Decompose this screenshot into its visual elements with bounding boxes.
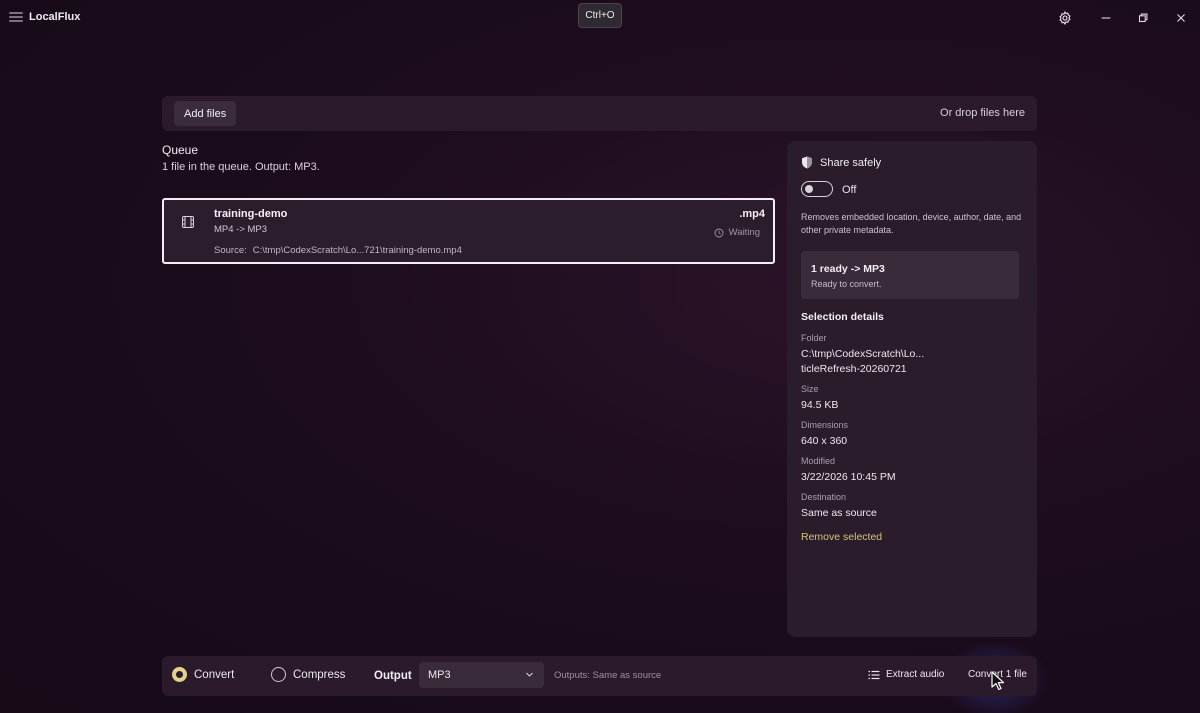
mode-compress-radio[interactable]: Compress bbox=[271, 667, 345, 682]
shield-icon bbox=[802, 156, 812, 169]
drop-zone[interactable]: Add files Or drop files here bbox=[162, 96, 1037, 131]
ready-title: 1 ready -> MP3 bbox=[811, 263, 885, 275]
outputs-destination-note: Outputs: Same as source bbox=[554, 670, 662, 681]
app-brand: LocalFlux bbox=[9, 11, 80, 23]
file-extension: .mp4 bbox=[739, 208, 765, 220]
restore-icon bbox=[1138, 13, 1148, 23]
add-files-button[interactable]: Add files bbox=[174, 101, 237, 126]
clock-icon bbox=[714, 228, 724, 237]
share-safely-toggle[interactable] bbox=[801, 181, 833, 197]
selection-details-title: Selection details bbox=[801, 311, 884, 323]
mode-convert-radio[interactable]: Convert bbox=[172, 667, 234, 682]
chevron-down-icon bbox=[526, 672, 533, 677]
mode-convert-label: Convert bbox=[194, 668, 235, 681]
close-icon bbox=[1177, 14, 1185, 22]
share-safely-description: Removes embedded location, device, autho… bbox=[801, 212, 1022, 235]
queue-title: Queue bbox=[162, 143, 199, 157]
file-source-label: Source: bbox=[214, 245, 247, 256]
ready-subtitle: Ready to convert. bbox=[811, 279, 882, 289]
detail-label: Modified bbox=[801, 456, 836, 466]
title-bar: LocalFlux Ctrl+O bbox=[0, 0, 1200, 36]
queue-item[interactable]: training-demo MP4 -> MP3 Source: C:\tmp\C… bbox=[162, 198, 775, 264]
close-button[interactable] bbox=[1172, 9, 1190, 27]
output-format-value: MP3 bbox=[428, 669, 451, 681]
file-source: Source: C:\tmp\CodexScratch\Lo...721\trai… bbox=[214, 245, 462, 256]
folder-line-2: ticleRefresh-20260721 bbox=[801, 363, 907, 375]
drop-hint: Or drop files here bbox=[940, 107, 1025, 119]
file-name: training-demo bbox=[214, 208, 288, 220]
queue-summary: 1 file in the queue. Output: MP3. bbox=[162, 161, 320, 173]
status-text: Waiting bbox=[728, 227, 760, 238]
detail-size: Size 94.5 KB bbox=[801, 383, 838, 413]
detail-label: Destination bbox=[801, 492, 847, 502]
radio-selected-icon bbox=[172, 667, 187, 682]
detail-destination: Destination Same as source bbox=[801, 491, 877, 521]
file-conversion: MP4 -> MP3 bbox=[214, 224, 268, 235]
detail-label: Size bbox=[801, 384, 819, 394]
mode-compress-label: Compress bbox=[293, 668, 346, 681]
minimize-icon bbox=[1101, 17, 1111, 19]
output-label: Output bbox=[374, 670, 412, 682]
detail-value: 94.5 KB bbox=[801, 399, 839, 411]
remove-selected-link[interactable]: Remove selected bbox=[801, 531, 882, 543]
file-source-path: C:\tmp\CodexScratch\Lo...721\training-de… bbox=[252, 245, 462, 256]
detail-value: Same as source bbox=[801, 507, 877, 519]
detail-modified: Modified 3/22/2026 10:45 PM bbox=[801, 455, 896, 485]
detail-label: Folder bbox=[801, 333, 827, 343]
app-logo-icon bbox=[9, 12, 23, 22]
film-icon bbox=[182, 216, 194, 228]
status-badge: Waiting bbox=[714, 227, 760, 238]
folder-line-1: C:\tmp\CodexScratch\Lo... bbox=[801, 348, 925, 360]
extract-audio-button[interactable]: Extract audio bbox=[868, 669, 944, 680]
settings-button[interactable] bbox=[1056, 9, 1074, 27]
toggle-state-label: Off bbox=[842, 184, 857, 196]
shortcut-tooltip: Ctrl+O bbox=[578, 3, 622, 28]
action-bar: Convert Compress Output MP3 Outputs: Sam… bbox=[162, 656, 1037, 696]
detail-value: 640 x 360 bbox=[801, 435, 848, 447]
detail-folder: Folder C:\tmp\CodexScratch\Lo... ticleRe… bbox=[801, 332, 924, 377]
side-panel: Share safely Off Removes embedded locati… bbox=[787, 141, 1037, 637]
restore-button[interactable] bbox=[1134, 9, 1152, 27]
detail-dimensions: Dimensions 640 x 360 bbox=[801, 419, 848, 449]
share-safely-title: Share safely bbox=[820, 156, 882, 169]
ready-summary: 1 ready -> MP3 Ready to convert. bbox=[801, 251, 1019, 299]
detail-label: Dimensions bbox=[801, 420, 849, 430]
minimize-button[interactable] bbox=[1097, 9, 1115, 27]
detail-value: C:\tmp\CodexScratch\Lo... ticleRefresh-2… bbox=[801, 347, 924, 377]
toggle-knob bbox=[805, 184, 813, 193]
mouse-cursor-icon bbox=[991, 671, 1005, 691]
extract-audio-label: Extract audio bbox=[886, 669, 945, 680]
radio-unselected-icon bbox=[271, 667, 286, 682]
gear-icon bbox=[1059, 11, 1071, 25]
detail-value: 3/22/2026 10:45 PM bbox=[801, 471, 896, 483]
share-safely-header: Share safely bbox=[801, 156, 881, 169]
app-title: LocalFlux bbox=[29, 11, 81, 23]
output-format-select[interactable]: MP3 bbox=[419, 662, 544, 688]
list-icon bbox=[868, 670, 880, 679]
